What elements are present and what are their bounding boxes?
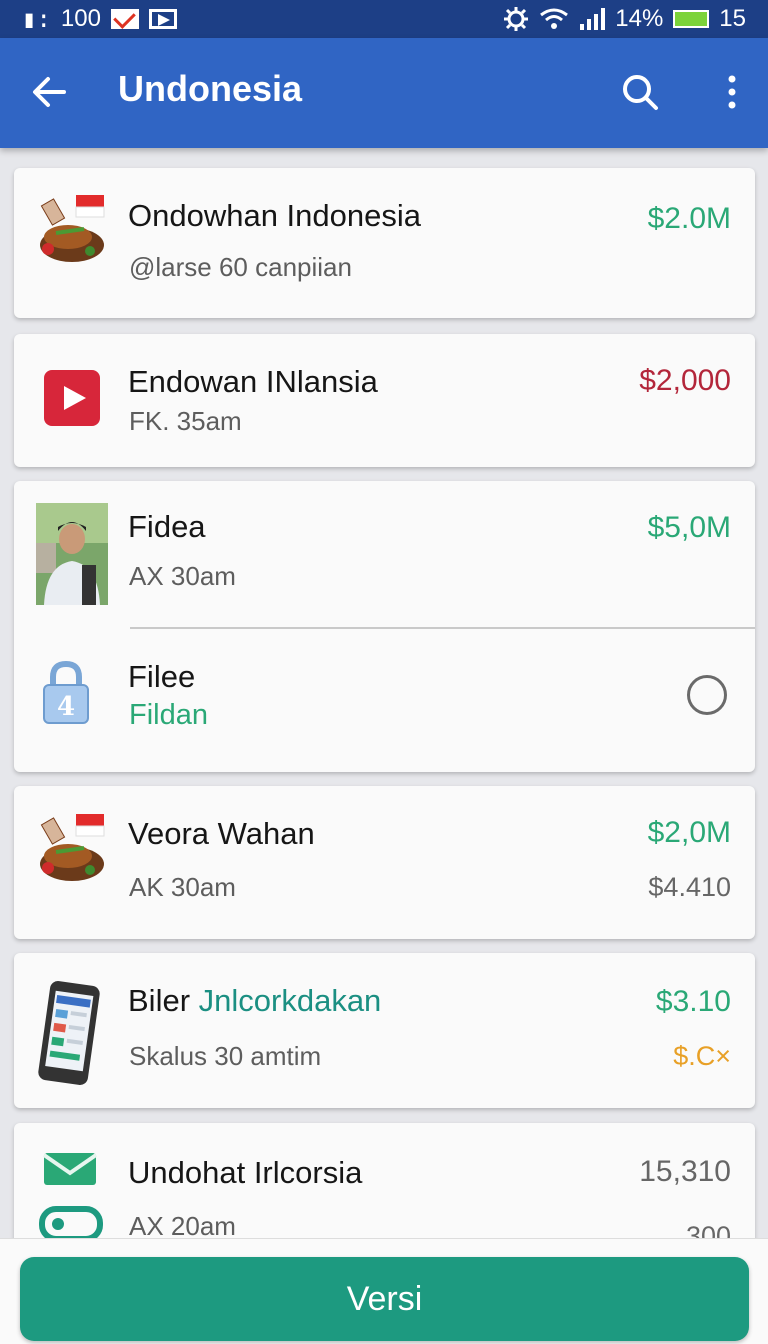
status-right-text: 15 [719, 5, 746, 32]
list-card[interactable]: Ondowhan Indonesia @larse 60 canpiian $2… [14, 168, 755, 318]
versi-button[interactable]: Versi [20, 1257, 749, 1341]
list-item[interactable]: Fidea AX 30am $5,0M [14, 481, 755, 627]
signal-indicator-icon: ▮: [22, 5, 51, 33]
list-card[interactable]: Undohat Irlcorsia AX 20am 15,310 300 [14, 1123, 755, 1238]
item-title: Veora Wahan [128, 816, 315, 851]
wifi-icon [540, 8, 569, 29]
food-flag-icon [40, 195, 105, 262]
lock-icon: 4 [43, 660, 89, 724]
back-button[interactable] [26, 68, 74, 116]
item-amount: $3.10 [655, 985, 731, 1018]
bottom-bar: Versi [0, 1238, 768, 1344]
status-left: ▮: 100 [22, 5, 177, 33]
select-radio[interactable] [687, 675, 727, 715]
item-title: Filee [128, 659, 196, 694]
cell-signal-icon [580, 8, 606, 30]
list-card[interactable]: Veora Wahan AK 30am $2,0M $4.410 [14, 786, 755, 939]
status-left-text: 100 [60, 5, 101, 32]
item-amount: $2.0M [647, 202, 731, 235]
status-bar: ▮: 100 14% 15 [0, 0, 768, 38]
arrow-back-icon [33, 77, 66, 107]
item-subtitle: AK 30am [129, 872, 236, 902]
item-secondary-amount: $4.410 [648, 872, 731, 902]
item-title: Endowan INlansia [128, 364, 378, 399]
mail-notification-icon [110, 9, 139, 29]
item-secondary-amount: 300 [685, 1221, 731, 1238]
item-title: Ondowhan Indonesia [128, 198, 422, 233]
item-title-highlight: Jnlcorkdakan [198, 983, 382, 1018]
play-icon [44, 370, 100, 426]
item-title: Fidea [128, 509, 206, 544]
ticket-icon [39, 1206, 103, 1238]
item-amount: $2,0M [647, 816, 731, 849]
item-title-plain: Biler [128, 983, 191, 1018]
list-card[interactable]: Fidea AX 30am $5,0M 4 Filee Fildan [14, 481, 755, 772]
item-subtitle: Skalus 30 amtim [129, 1041, 322, 1071]
list-card[interactable]: Endowan INlansia FK. 35am $2,000 [14, 334, 755, 467]
app-bar: Undonesia [0, 38, 768, 148]
more-options-button[interactable] [708, 68, 756, 116]
search-button[interactable] [616, 68, 664, 116]
list-item[interactable]: 4 Filee Fildan [14, 629, 755, 772]
item-subtitle: FK. 35am [129, 406, 242, 436]
item-amount: 15,310 [639, 1155, 731, 1188]
transaction-list[interactable]: Ondowhan Indonesia @larse 60 canpiian $2… [0, 148, 768, 1238]
item-amount: $2,000 [639, 364, 731, 397]
more-vertical-icon [728, 75, 736, 109]
settings-gear-icon [504, 7, 529, 31]
page-title: Undonesia [118, 68, 303, 109]
lock-digit: 4 [57, 692, 75, 722]
item-subtitle: AX 20am [129, 1211, 236, 1238]
battery-percent: 14% [615, 5, 664, 32]
avatar [36, 503, 108, 605]
mail-icon [42, 1153, 98, 1185]
item-title: Biler Jnlcorkdakan [128, 983, 381, 1019]
phone-icon [38, 981, 100, 1085]
item-amount: $5,0M [647, 511, 731, 544]
status-right: 14% 15 [503, 5, 746, 33]
food-flag-icon [40, 814, 105, 881]
item-secondary-amount: $.C× [673, 1041, 731, 1071]
battery-icon [673, 10, 710, 28]
item-subtitle: AX 30am [129, 561, 236, 591]
list-card[interactable]: Biler Jnlcorkdakan Skalus 30 amtim $3.10… [14, 953, 755, 1108]
media-notification-icon [148, 9, 177, 29]
item-title: Undohat Irlcorsia [128, 1155, 363, 1190]
search-icon [623, 75, 658, 110]
item-subtitle: Fildan [129, 699, 208, 731]
item-subtitle: @larse 60 canpiian [129, 252, 352, 282]
